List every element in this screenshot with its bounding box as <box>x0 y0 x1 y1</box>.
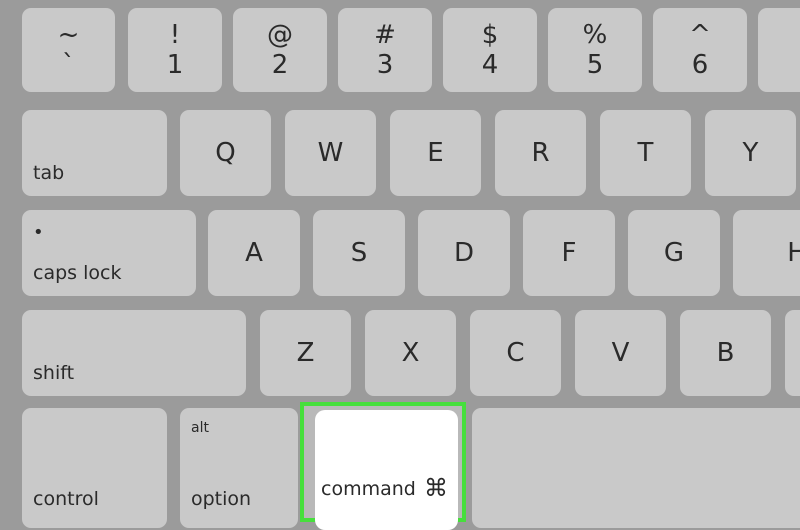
key-v[interactable]: V <box>575 310 666 396</box>
key-option[interactable]: alt option <box>180 408 298 528</box>
key-g[interactable]: G <box>628 210 720 296</box>
key-q[interactable]: Q <box>180 110 271 196</box>
key-s[interactable]: S <box>313 210 405 296</box>
key-x[interactable]: X <box>365 310 456 396</box>
key-a[interactable]: A <box>208 210 300 296</box>
key-y[interactable]: Y <box>705 110 796 196</box>
caps-lock-indicator: • <box>33 222 44 243</box>
key-space[interactable] <box>472 408 800 528</box>
key-z[interactable]: Z <box>260 310 351 396</box>
key-1[interactable]: ! 1 <box>128 8 222 92</box>
key-h[interactable]: H <box>733 210 800 296</box>
key-4[interactable]: $4 <box>443 8 537 92</box>
key-n[interactable] <box>785 310 800 396</box>
key-caps-lock[interactable]: • caps lock <box>22 210 196 296</box>
key-t[interactable]: T <box>600 110 691 196</box>
key-w[interactable]: W <box>285 110 376 196</box>
command-symbol-icon: ⌘ <box>424 474 448 502</box>
key-c[interactable]: C <box>470 310 561 396</box>
key-e[interactable]: E <box>390 110 481 196</box>
key-tab[interactable]: tab <box>22 110 167 196</box>
key-control[interactable]: control <box>22 408 167 528</box>
key-7[interactable] <box>758 8 800 92</box>
key-2[interactable]: @2 <box>233 8 327 92</box>
key-tilde[interactable]: ~ ` <box>22 8 115 92</box>
key-b[interactable]: B <box>680 310 771 396</box>
key-3[interactable]: #3 <box>338 8 432 92</box>
key-d[interactable]: D <box>418 210 510 296</box>
key-shift[interactable]: shift <box>22 310 246 396</box>
key-6[interactable]: ^ 6 <box>653 8 747 92</box>
key-f[interactable]: F <box>523 210 615 296</box>
key-command[interactable]: command ⌘ <box>315 410 458 530</box>
command-key-highlight: command ⌘ <box>300 402 466 530</box>
key-5[interactable]: % 5 <box>548 8 642 92</box>
key-r[interactable]: R <box>495 110 586 196</box>
